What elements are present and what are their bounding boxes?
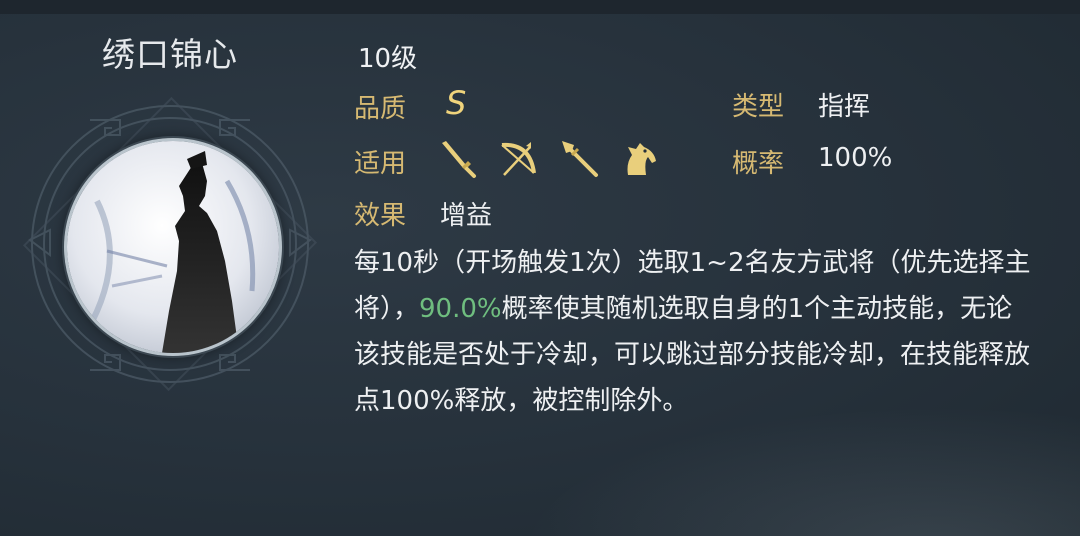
chance-value: 100% — [818, 143, 893, 173]
type-value: 指挥 — [818, 92, 871, 122]
effect-value: 增益 — [440, 201, 493, 231]
applicable-label: 适用 — [354, 149, 407, 179]
skill-level: 10级 — [358, 44, 418, 74]
bow-icon — [501, 142, 536, 176]
background-mist — [520, 406, 1080, 536]
skill-portrait — [64, 138, 282, 356]
horse-icon — [627, 143, 656, 175]
top-edge-strip — [0, 0, 1080, 14]
description-highlight: 90.0% — [419, 294, 502, 324]
chance-label: 概率 — [732, 149, 785, 179]
sword-icon — [442, 141, 476, 178]
skill-name: 绣口锦心 — [102, 35, 238, 74]
spear-icon — [562, 141, 598, 177]
effect-label: 效果 — [354, 201, 407, 231]
quality-grade: S — [446, 84, 467, 122]
skill-description: 每10秒（开场触发1次）选取1~2名友方武将（优先选择主将），90.0%概率使其… — [354, 240, 1034, 424]
quality-label: 品质 — [354, 94, 407, 124]
type-label: 类型 — [732, 92, 785, 122]
